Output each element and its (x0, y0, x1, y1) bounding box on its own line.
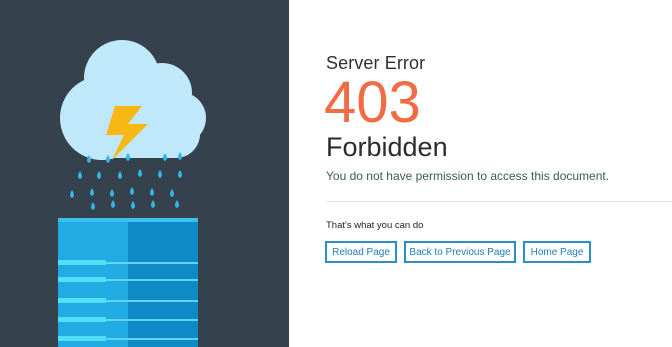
illustration-panel (0, 0, 289, 347)
rain-drop (178, 170, 182, 178)
rain-drop (118, 171, 122, 179)
divider (326, 201, 672, 202)
rain-drop (130, 187, 134, 195)
rain-drop (175, 200, 179, 208)
rain-drop (70, 190, 74, 198)
home-page-button[interactable]: Home Page (523, 241, 591, 263)
rain-drop (150, 188, 154, 196)
rain-drop (78, 171, 82, 179)
storm-server-illustration (58, 40, 206, 347)
rain-drop (131, 201, 135, 209)
rain-drop (91, 202, 95, 210)
action-buttons: Reload Page Back to Previous Page Home P… (325, 241, 591, 263)
rain-drop (111, 200, 115, 208)
error-code: 403 (324, 70, 421, 135)
cloud-icon (60, 40, 206, 160)
rain-drop (151, 200, 155, 208)
error-page: Server Error 403 Forbidden You do not ha… (0, 0, 672, 347)
rain-drop (158, 170, 162, 178)
actions-heading: That's what you can do (326, 220, 424, 231)
rain-drop (170, 189, 174, 197)
error-title: Forbidden (326, 132, 448, 162)
rain-drops-icon (70, 152, 182, 210)
rain-drop (90, 188, 94, 196)
error-message: You do not have permission to access thi… (326, 169, 610, 183)
server-stack-icon (58, 218, 198, 347)
rain-drop (138, 169, 142, 177)
reload-page-button[interactable]: Reload Page (325, 241, 397, 263)
back-to-previous-page-button[interactable]: Back to Previous Page (404, 241, 516, 263)
rain-drop (110, 189, 114, 197)
rain-drop (97, 171, 101, 179)
content-panel: Server Error 403 Forbidden You do not ha… (289, 0, 672, 347)
